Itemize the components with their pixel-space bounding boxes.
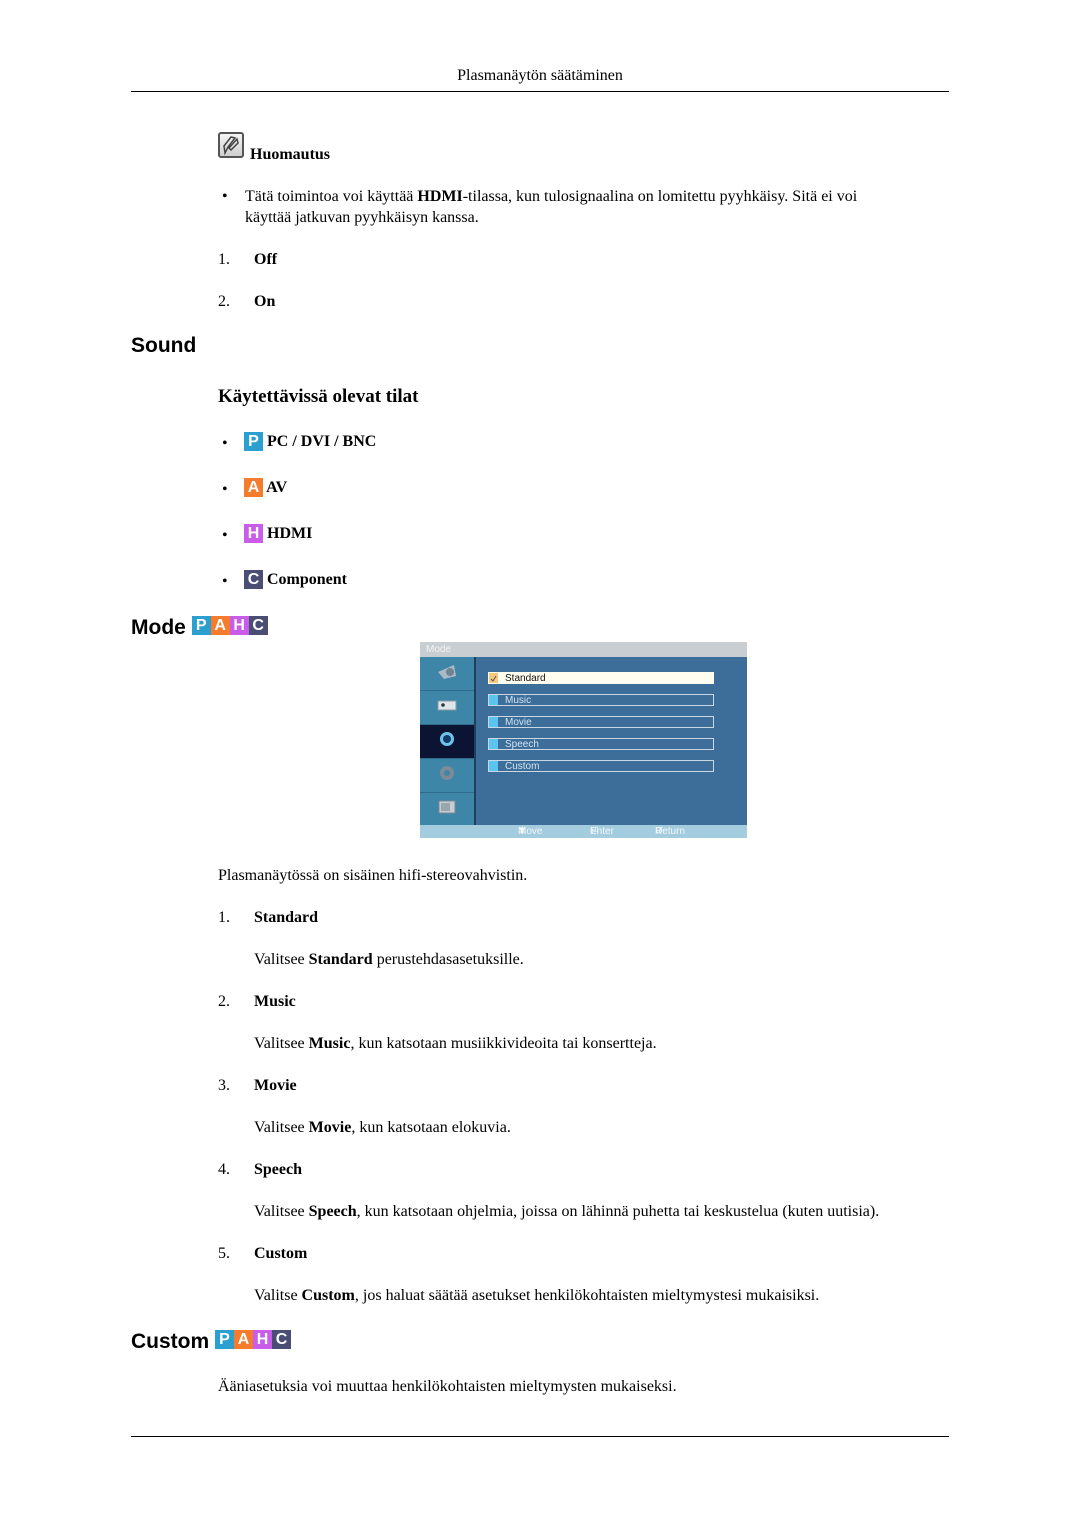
source-badge-icon: H [244, 524, 263, 543]
osd-item-label: Speech [505, 739, 539, 750]
mode-item-custom: Custom [254, 1245, 308, 1262]
osd-tab-picture[interactable] [420, 657, 474, 691]
source-mode-label: PC / DVI / BNC [267, 433, 377, 450]
mode-item-music: Music [254, 993, 296, 1010]
mode-item-movie: Movie [254, 1077, 297, 1094]
mode-item-description: Valitsee Movie, kun katsotaan elokuvia. [254, 1119, 511, 1136]
list-number: 2. [218, 993, 230, 1010]
note-heading: Huomautus [250, 146, 331, 163]
bullet-dot: • [222, 481, 228, 498]
option-on: On [254, 293, 276, 310]
osd-mode-menu: Mode Standard Music Movie Speech Custom ⬍ Mo… [420, 642, 747, 838]
osd-tab-sound[interactable] [420, 725, 474, 759]
mode-item-description: Valitsee Standard perustehdasasetuksille… [254, 951, 524, 968]
source-mode-label: Component [267, 571, 348, 588]
source-mode-label: AV [266, 479, 288, 496]
bullet-dot: • [222, 527, 228, 544]
list-number: 4. [218, 1161, 230, 1178]
source-badge-icon: A [234, 1330, 254, 1349]
source-badges: PAHC [215, 1330, 292, 1349]
osd-item-standard[interactable]: Standard [488, 672, 714, 684]
section-title-mode: Mode PAHC [131, 616, 268, 640]
osd-item-speech[interactable]: Speech [488, 738, 714, 750]
item-marker-icon [489, 695, 498, 705]
source-badges: PAHC [191, 616, 268, 635]
osd-tab-input[interactable] [420, 691, 474, 725]
source-badge-icon: C [272, 1330, 292, 1349]
sound-icon [438, 730, 456, 753]
source-badge-icon: P [244, 432, 263, 451]
osd-title: Mode [420, 642, 747, 657]
source-badge-icon: H [229, 616, 249, 635]
note-text-line1: Tätä toimintoa voi käyttää HDMI-tilassa,… [245, 188, 858, 205]
source-badge-icon: H [253, 1330, 273, 1349]
source-badge-icon: P [191, 616, 211, 635]
osd-tab-multi-control[interactable] [420, 793, 474, 826]
osd-item-movie[interactable]: Movie [488, 716, 714, 728]
bullet-dot: • [222, 435, 228, 452]
custom-text: Ääniasetuksia voi muuttaa henkilökohtais… [218, 1378, 677, 1395]
source-mode-item: C Component [244, 570, 347, 590]
available-modes-heading: Käytettävissä olevat tilat [218, 386, 419, 407]
item-marker-icon [489, 717, 498, 727]
picture-icon [436, 662, 458, 685]
item-marker-icon [489, 761, 498, 771]
osd-tab-setup[interactable] [420, 759, 474, 793]
osd-footer: ⬍ Move ⏎ Enter ↺ Return [420, 825, 747, 838]
list-number: 3. [218, 1077, 230, 1094]
source-badge-icon: P [215, 1330, 235, 1349]
setup-icon [438, 764, 456, 787]
source-mode-item: H HDMI [244, 524, 312, 544]
mode-item-standard: Standard [254, 909, 319, 926]
bullet-dot: • [222, 573, 228, 590]
section-title-custom: Custom PAHC [131, 1330, 292, 1354]
option-num-2: 2. [218, 293, 230, 310]
option-num-1: 1. [218, 251, 230, 268]
note-pencil-icon [218, 132, 244, 158]
input-icon [436, 698, 458, 717]
multi-control-icon [437, 799, 457, 820]
mode-item-description: Valitsee Speech, kun katsotaan ohjelmia,… [254, 1203, 880, 1220]
check-icon [489, 673, 498, 683]
bullet-dot: • [222, 188, 228, 205]
source-badge-icon: A [244, 478, 263, 497]
header-rule [131, 91, 949, 92]
section-title-sound: Sound [131, 334, 197, 357]
source-badge-icon: C [244, 570, 263, 589]
source-mode-label: HDMI [267, 525, 313, 542]
mode-item-description: Valitse Custom, jos haluat säätää asetuk… [254, 1287, 820, 1304]
osd-item-label: Movie [505, 717, 532, 728]
option-off: Off [254, 251, 278, 268]
item-marker-icon [489, 739, 498, 749]
osd-item-custom[interactable]: Custom [488, 760, 714, 772]
source-badge-icon: C [248, 616, 268, 635]
osd-item-label: Custom [505, 761, 540, 772]
osd-item-label: Music [505, 695, 532, 706]
page-header-title: Plasmanäytön säätäminen [457, 67, 623, 84]
list-number: 5. [218, 1245, 230, 1262]
mode-item-description: Valitsee Music, kun katsotaan musiikkivi… [254, 1035, 657, 1052]
source-badge-icon: A [210, 616, 230, 635]
mode-intro: Plasmanäytössä on sisäinen hifi-stereova… [218, 867, 528, 884]
list-number: 1. [218, 909, 230, 926]
source-mode-item: A AV [244, 478, 287, 498]
mode-item-speech: Speech [254, 1161, 302, 1178]
source-mode-item: P PC / DVI / BNC [244, 432, 376, 452]
osd-sidebar [420, 657, 476, 825]
osd-item-label: Standard [505, 673, 546, 684]
osd-item-music[interactable]: Music [488, 694, 714, 706]
note-text-line2: käyttää jatkuvan pyyhkäisyn kanssa. [245, 209, 479, 226]
footer-rule [131, 1436, 949, 1437]
